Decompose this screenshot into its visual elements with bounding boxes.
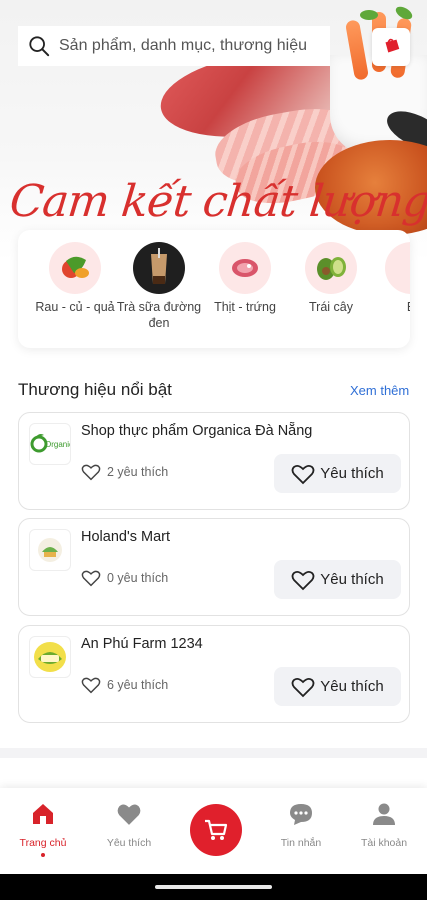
nav-item-favorites[interactable]: Yêu thích [86, 802, 172, 849]
home-icon [33, 804, 53, 824]
nav-label: Tin nhắn [280, 837, 322, 849]
heart-outline-icon [291, 677, 315, 697]
brand-logo [29, 529, 71, 571]
see-more-link[interactable]: Xem thêm [350, 383, 409, 398]
heart-outline-icon [291, 570, 315, 590]
fruit-icon [305, 242, 357, 294]
category-label: Thịt - trứng [214, 300, 276, 314]
brand-card[interactable]: Organica Shop thực phẩm Organica Đà Nẵng… [18, 412, 410, 510]
section-title: Thương hiệu nổi bật [18, 380, 172, 399]
like-count-text: 6 yêu thích [107, 678, 169, 692]
brand-logo [29, 636, 71, 678]
nav-label: Trang chủ [19, 837, 67, 849]
favorite-button[interactable]: Yêu thích [274, 454, 401, 493]
search-placeholder: Sản phẩm, danh mục, thương hiệu [59, 37, 308, 54]
nav-label: Tài khoản [360, 837, 408, 849]
favorite-button-label: Yêu thích [320, 465, 384, 482]
brand-card[interactable]: An Phú Farm 1234 6 yêu thích Yêu thích [18, 625, 410, 723]
category-label: Trái cây [309, 300, 353, 314]
brand-like-count: 2 yêu thích [81, 463, 168, 481]
brand-name: Holand's Mart [81, 529, 170, 545]
category-label: Trà sữa đường đen [116, 300, 202, 330]
category-strip[interactable]: Rau - củ - quả Trà sữa đường đen Thịt - … [18, 230, 410, 348]
vegetables-icon [49, 242, 101, 294]
nav-item-messages[interactable]: Tin nhắn [258, 802, 344, 849]
home-gesture-handle[interactable] [155, 885, 272, 889]
organica-logo-text: Organica [45, 440, 70, 449]
active-indicator [41, 853, 45, 857]
nav-label: Yêu thích [106, 837, 152, 849]
search-bar[interactable]: Sản phẩm, danh mục, thương hiệu [18, 26, 330, 66]
search-icon [29, 36, 50, 57]
heart-outline-icon [81, 677, 101, 694]
category-item[interactable]: Trái cây [288, 242, 374, 315]
nav-item-home[interactable]: Trang chủ [0, 802, 86, 857]
brand-name: Shop thực phẩm Organica Đà Nẵng [81, 423, 313, 439]
section-divider [0, 748, 427, 758]
milk-tea-image [133, 242, 185, 294]
brand-like-count: 0 yêu thích [81, 569, 168, 587]
heart-outline-icon [291, 464, 315, 484]
bottom-nav: Trang chủ Yêu thích Tin nhắn Tài khoản [0, 788, 427, 874]
heart-outline-icon [81, 464, 101, 481]
category-label: Rau - củ - quả [35, 300, 115, 314]
favorite-button-label: Yêu thích [320, 678, 384, 695]
favorite-button[interactable]: Yêu thích [274, 560, 401, 599]
category-icon [385, 242, 410, 294]
shop-bag-button[interactable] [372, 28, 410, 66]
user-icon [373, 803, 395, 825]
category-item[interactable]: Rau - củ - quả [32, 242, 118, 315]
like-count-text: 2 yêu thích [107, 465, 169, 479]
nav-cart-button[interactable] [190, 804, 242, 856]
brand-logo: Organica [29, 423, 71, 465]
herb-leaf [360, 10, 378, 20]
meat-icon [219, 242, 271, 294]
heart-outline-icon [81, 570, 101, 587]
chat-icon [290, 804, 312, 825]
category-item[interactable]: Thịt - trứng [202, 242, 288, 315]
brand-card[interactable]: Holand's Mart 0 yêu thích Yêu thích [18, 518, 410, 616]
brand-name: An Phú Farm 1234 [81, 636, 203, 652]
favorite-button-label: Yêu thích [320, 571, 384, 588]
hero-slogan: Cam kết chất lượng [7, 176, 427, 227]
category-item[interactable]: E [368, 242, 410, 315]
brand-like-count: 6 yêu thích [81, 676, 168, 694]
like-count-text: 0 yêu thích [107, 571, 169, 585]
shopping-bag-icon [385, 38, 400, 53]
cart-icon [205, 819, 228, 840]
heart-icon [117, 804, 141, 825]
favorite-button[interactable]: Yêu thích [274, 667, 401, 706]
category-item[interactable]: Trà sữa đường đen [116, 242, 202, 331]
category-label: E [368, 299, 410, 315]
nav-item-account[interactable]: Tài khoản [341, 802, 427, 849]
